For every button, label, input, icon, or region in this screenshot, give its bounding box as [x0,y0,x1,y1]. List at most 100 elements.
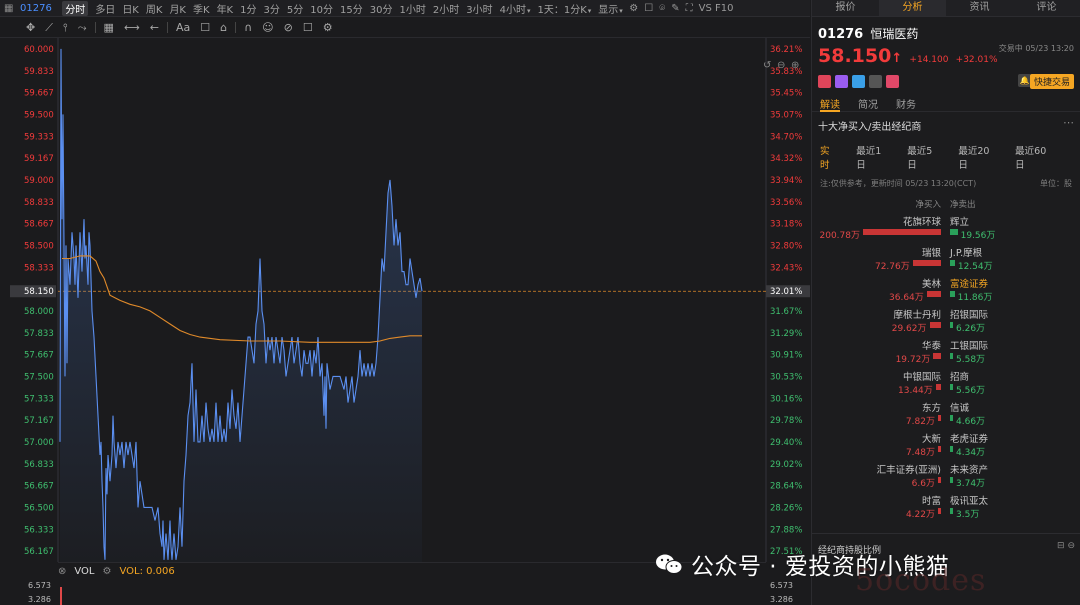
tag-icons: 🔔 快捷交易 [812,72,1080,90]
wechat-icon [656,554,683,574]
broker-row[interactable]: 时富 极讯亚太 4.22万 3.5万 [812,491,1080,522]
sell-bar [950,446,953,452]
bolt-icon[interactable] [835,74,848,88]
current-pct-label: 32.01% [770,287,802,297]
period-tab-2[interactable]: 最近5日 [907,143,940,171]
volume-tick-right-mid: 3.286 [770,595,793,604]
sell-bar [950,415,953,421]
timeframe-13[interactable]: 1小时 [399,1,425,16]
draw-tool-icon-2[interactable]: ⫯ [63,21,68,35]
draw-tool-icon-7[interactable]: Aa [176,21,190,34]
close-icon[interactable]: ⊗ [58,566,66,577]
right-tab-0[interactable]: 报价 [812,0,879,16]
toolbar-stock-code[interactable]: 01276 [20,3,52,14]
draw-tool-icon-6[interactable]: ← [150,21,159,34]
sell-broker-name: 工银国际 [950,341,989,352]
pct-tick-label: 28.26% [770,503,802,513]
volume-bar [60,587,62,605]
draw-tool-icon-11[interactable]: ☺ [262,21,273,34]
draw-tool-icon-12[interactable]: ⊘ [284,21,293,34]
price-tick-label: 58.500 [24,241,54,251]
timeframe-17[interactable]: 1天：1分K [537,1,591,16]
broker-row[interactable]: 摩根士丹利 招银国际 29.62万 6.26万 [812,305,1080,336]
timeframe-8[interactable]: 3分 [264,1,280,16]
right-tab-1[interactable]: 分析 [879,0,946,16]
broker-row[interactable]: 汇丰证券(亚洲) 未来资产 6.6万 3.74万 [812,460,1080,491]
heart-icon[interactable] [886,74,899,88]
settings-icon[interactable]: ⚙ [103,566,112,577]
broker-row[interactable]: 东方 信诚 7.82万 4.66万 [812,398,1080,429]
draw-tool-icon-5[interactable]: ⟷ [124,21,140,34]
buy-broker-name: 大新 [921,434,941,445]
undo-icon[interactable]: ↺ [763,60,771,71]
broker-row[interactable]: 大新 老虎证券 7.48万 4.34万 [812,429,1080,460]
timeframe-14[interactable]: 2小时 [433,1,459,16]
flower-icon[interactable] [818,74,831,88]
camera-icon[interactable]: ⌾ [659,3,665,14]
sub-tab-2[interactable]: 财务 [896,96,916,111]
draw-tool-icon-8[interactable]: ☐ [200,21,210,34]
more-icon[interactable]: ⋯ [1063,116,1074,129]
period-tab-3[interactable]: 最近20日 [958,143,997,171]
timeframe-11[interactable]: 15分 [340,1,363,16]
quick-trade-button[interactable]: 快捷交易 [1029,74,1074,89]
draw-tool-icon-1[interactable]: ⟋ [45,21,53,35]
checkbox-icon[interactable]: ☐ [644,3,653,14]
timeframe-7[interactable]: 1分 [240,1,256,16]
timeframe-15[interactable]: 3小时 [466,1,492,16]
stock-price: 58.150 [818,45,892,67]
draw-tool-icon-4[interactable]: ▦ [104,21,114,34]
timeframe-18[interactable]: 显示 [598,1,623,16]
draw-tool-icon-14[interactable]: ⚙ [323,21,333,34]
timeframe-3[interactable]: 周K [146,1,163,16]
price-tick-label: 59.833 [24,67,54,77]
period-tab-1[interactable]: 最近1日 [856,143,889,171]
timeframe-10[interactable]: 10分 [310,1,333,16]
broker-row[interactable]: 美林 富途证券 36.64万 11.86万 [812,274,1080,305]
collapse-icon[interactable]: ⊟ ⊖ [1057,541,1075,551]
broker-row[interactable]: 中银国际 招商 13.44万 5.56万 [812,367,1080,398]
sub-tab-1[interactable]: 简况 [858,96,878,111]
volume-value[interactable]: VOL: 0.006 [119,566,174,577]
grid-icon[interactable]: ▦ [4,3,13,14]
timeframe-4[interactable]: 月K [169,1,186,16]
timeframe-6[interactable]: 年K [217,1,234,16]
draw-tool-icon-9[interactable]: ⌂ [220,21,227,34]
timeframe-0[interactable]: 分时 [62,0,89,16]
draw-tool-icon-10[interactable]: ∩ [244,21,252,34]
fullscreen-icon[interactable]: ⛶ [686,3,693,14]
buy-value: 7.82万 [905,417,935,427]
intraday-chart[interactable]: 60.000 36.21% 59.833 35.83% 59.667 35.45% 59.5… [0,38,810,562]
draw-tool-icon-3[interactable]: ⤳ [78,21,87,35]
chart-icon[interactable] [869,74,882,88]
timeframe-2[interactable]: 日K [122,1,139,16]
broker-row[interactable]: 花旗环球 辉立 200.78万 19.56万 [812,212,1080,243]
timeframe-16[interactable]: 4小时 [500,1,531,16]
settings-icon[interactable]: ⚙ [629,3,638,14]
zoom-in-icon[interactable]: ⊕ [791,60,799,71]
timeframe-5[interactable]: 季K [193,1,210,16]
right-tab-2[interactable]: 资讯 [946,0,1013,16]
trade-status: 交易中 05/23 13:20 [998,44,1074,53]
unit-label: 单位：股 [1040,179,1072,188]
link-icon[interactable] [852,74,865,88]
pct-tick-label: 30.91% [770,350,802,360]
pen-icon[interactable]: ✎ [671,3,679,14]
timeframe-9[interactable]: 5分 [287,1,303,16]
right-tab-3[interactable]: 评论 [1013,0,1080,16]
broker-row[interactable]: 瑞银 J.P.摩根 72.76万 12.54万 [812,243,1080,274]
price-tick-label: 58.000 [24,307,54,317]
period-tab-4[interactable]: 最近60日 [1015,143,1054,171]
sub-tab-0[interactable]: 解读 [820,96,840,112]
period-tab-0[interactable]: 实时 [820,143,838,171]
zoom-out-icon[interactable]: ⊖ [777,60,785,71]
compare-label[interactable]: VS F10 [699,3,734,14]
pct-tick-label: 34.70% [770,132,802,142]
buy-broker-name: 美林 [921,279,941,290]
broker-row[interactable]: 华泰 工银国际 19.72万 5.58万 [812,336,1080,367]
price-tick-label: 59.667 [24,88,54,98]
timeframe-1[interactable]: 多日 [95,1,115,16]
timeframe-12[interactable]: 30分 [370,1,393,16]
draw-tool-icon-0[interactable]: ✥ [26,21,35,34]
draw-tool-icon-13[interactable]: ☐ [303,21,313,34]
